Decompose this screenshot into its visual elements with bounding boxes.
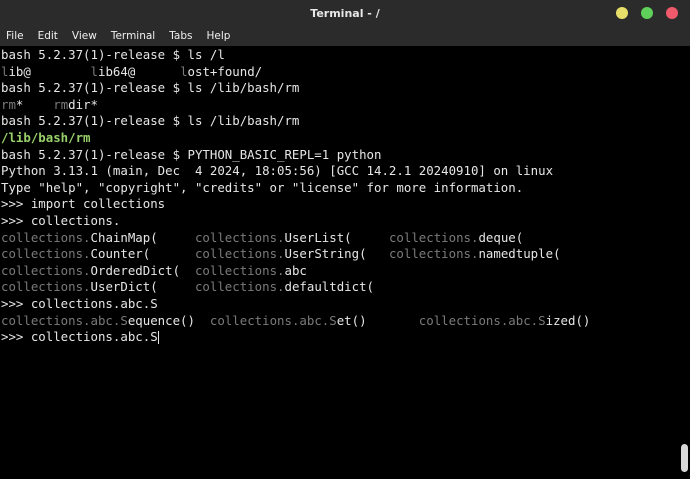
- terminal-text: equence(): [127, 312, 210, 328]
- window-title: Terminal - /: [310, 6, 380, 20]
- menu-item-tabs[interactable]: Tabs: [169, 30, 192, 42]
- terminal-line: >>> collections.abc.S: [1, 296, 678, 313]
- menu-item-file[interactable]: File: [6, 30, 24, 42]
- terminal-text: ost+found/: [187, 63, 263, 79]
- terminal-line: >>> collections.abc.S: [1, 329, 678, 346]
- terminal-line: collections.abc.Sequence() collections.a…: [1, 313, 678, 330]
- terminal-text: collections.abc.S: [418, 312, 546, 328]
- terminal-text: Counter(: [90, 246, 195, 262]
- terminal-text: OrderedDict(: [90, 262, 195, 278]
- terminal-text: /lib/bash/rm: [1, 129, 91, 145]
- terminal-text: collections.: [194, 229, 285, 245]
- terminal-text: bash 5.2.37(1)-release $ ls /lib/bash/rm: [1, 113, 300, 129]
- terminal-line: bash 5.2.37(1)-release $ ls /l: [1, 47, 678, 64]
- terminal-text: Type "help", "copyright", "credits" or "…: [1, 179, 524, 195]
- terminal-text: ib64@: [98, 63, 181, 79]
- terminal-text: rm: [1, 96, 16, 112]
- terminal-line: collections.Counter( collections.UserStr…: [1, 246, 678, 263]
- close-button[interactable]: [666, 7, 678, 19]
- terminal-text: UserList(: [284, 229, 389, 245]
- terminal-text: collections.: [194, 246, 285, 262]
- terminal-text: abc: [284, 262, 307, 278]
- terminal-text: rm: [53, 96, 69, 112]
- terminal-text: bash 5.2.37(1)-release $ PYTHON_BASIC_RE…: [1, 146, 382, 162]
- text-cursor: [157, 331, 159, 345]
- terminal-line: rm* rmdir*: [1, 97, 678, 114]
- terminal-text: l: [90, 63, 98, 79]
- terminal-text: UserString(: [284, 246, 389, 262]
- terminal-text: >>> collections.abc.S: [1, 329, 158, 345]
- menu-item-terminal[interactable]: Terminal: [111, 30, 155, 42]
- terminal-text: >>> import collections: [1, 196, 166, 212]
- menu-item-edit[interactable]: Edit: [38, 30, 58, 42]
- terminal-text: collections.abc.S: [209, 312, 337, 328]
- terminal-text: *: [15, 96, 54, 112]
- terminal-text: bash 5.2.37(1)-release $ ls /l: [1, 47, 225, 62]
- terminal-text: collections.: [1, 246, 91, 262]
- terminal-text: collections.abc.S: [1, 312, 128, 328]
- terminal-line: bash 5.2.37(1)-release $ ls /lib/bash/rm: [1, 113, 678, 130]
- terminal-text: collections.: [388, 246, 479, 262]
- terminal-line: Type "help", "copyright", "credits" or "…: [1, 180, 678, 197]
- terminal-text: ized(): [545, 312, 591, 328]
- terminal-text: ChainMap(: [90, 229, 195, 245]
- terminal-line: collections.UserDict( collections.defaul…: [1, 279, 678, 296]
- terminal-text: bash 5.2.37(1)-release $ ls /lib/bash/rm: [1, 80, 300, 96]
- window-titlebar[interactable]: Terminal - /: [0, 0, 690, 26]
- scrollbar-thumb[interactable]: [681, 444, 688, 472]
- scrollbar-track[interactable]: [678, 46, 690, 479]
- maximize-button[interactable]: [641, 7, 653, 19]
- terminal-text: et(): [336, 312, 419, 328]
- minimize-button[interactable]: [616, 7, 628, 19]
- terminal-line: collections.OrderedDict( collections.abc: [1, 263, 678, 280]
- terminal-text: Python 3.13.1 (main, Dec 4 2024, 18:05:5…: [1, 163, 554, 179]
- terminal-text: >>> collections.: [1, 212, 121, 228]
- menu-item-view[interactable]: View: [72, 30, 97, 42]
- terminal-text: >>> collections.abc.S: [1, 295, 158, 311]
- menu-item-help[interactable]: Help: [206, 30, 230, 42]
- terminal-output[interactable]: bash 5.2.37(1)-release $ ls /l lib@ lib64…: [0, 46, 678, 479]
- terminal-text: collections.: [1, 262, 91, 278]
- terminal-text: ib@: [8, 63, 91, 79]
- terminal-text: collections.: [388, 229, 479, 245]
- menu-bar: File Edit View Terminal Tabs Help: [0, 26, 690, 46]
- terminal-text: namedtuple(: [478, 246, 561, 262]
- terminal-text: deque(: [478, 229, 524, 245]
- terminal-line: bash 5.2.37(1)-release $ ls /lib/bash/rm: [1, 80, 678, 97]
- terminal-line: >>> collections.: [1, 213, 678, 230]
- terminal-text: collections.: [1, 279, 91, 295]
- terminal-line: lib@ lib64@ lost+found/: [1, 64, 678, 81]
- terminal-line: bash 5.2.37(1)-release $ PYTHON_BASIC_RE…: [1, 147, 678, 164]
- window-controls: [616, 7, 678, 19]
- terminal-line: Python 3.13.1 (main, Dec 4 2024, 18:05:5…: [1, 163, 678, 180]
- terminal-text: UserDict(: [90, 279, 195, 295]
- terminal-text: dir*: [68, 96, 98, 112]
- terminal-line: collections.ChainMap( collections.UserLi…: [1, 230, 678, 247]
- terminal-text: collections.: [194, 279, 285, 295]
- terminal-line: >>> import collections: [1, 196, 678, 213]
- terminal-line: /lib/bash/rm: [1, 130, 678, 147]
- terminal-text: l: [180, 63, 188, 79]
- terminal-text: collections.: [1, 229, 91, 245]
- terminal-text: defaultdict(: [284, 279, 375, 295]
- terminal-text: collections.: [194, 262, 285, 278]
